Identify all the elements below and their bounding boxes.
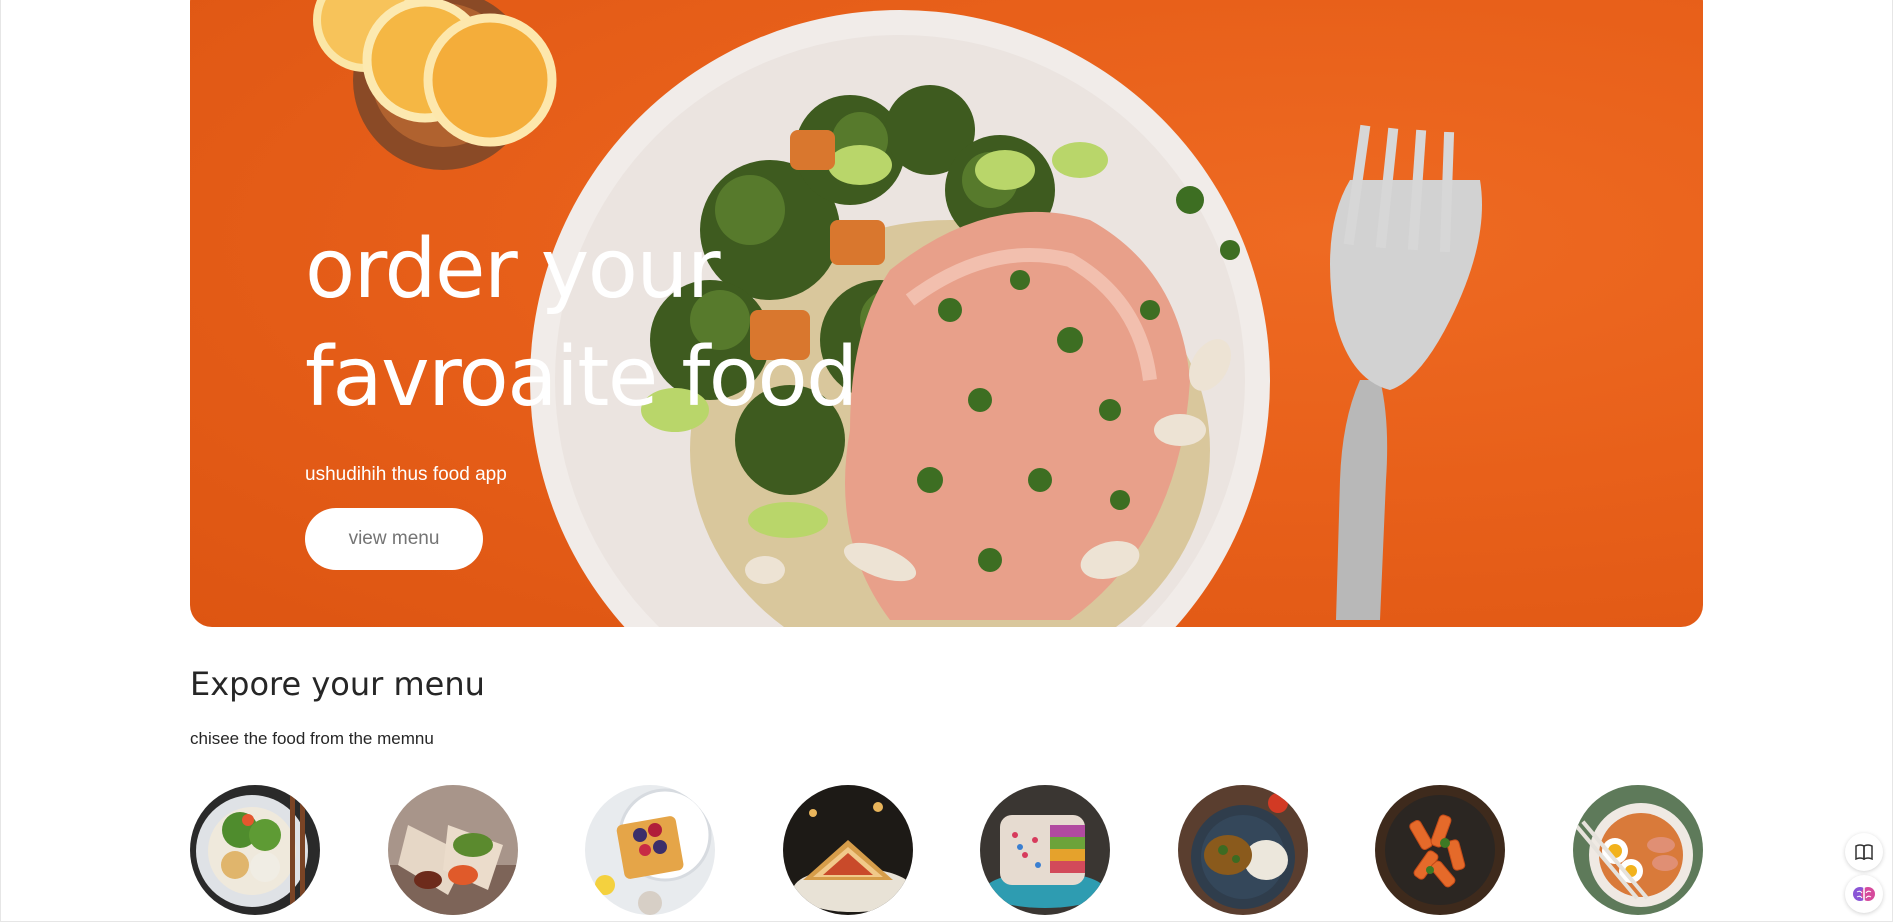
sandwich-icon [782,785,913,915]
explore-menu-section: Expore your menu chisee the food from th… [190,665,1703,915]
assistant-widget[interactable] [1845,875,1883,913]
menu-list [190,785,1703,915]
brain-icon [1853,887,1875,901]
menu-item-sandwich[interactable] [782,785,913,915]
menu-item-cake[interactable] [980,785,1111,915]
menu-item-noodles[interactable] [1572,785,1703,915]
reader-widget[interactable] [1845,833,1883,871]
hero-banner: order your favroaite food ushudihih thus… [190,0,1703,627]
hero-text-block: order your favroaite food ushudihih thus… [305,216,1065,570]
explore-title: Expore your menu [190,665,485,703]
explore-subtitle: chisee the food from the memnu [190,729,434,748]
book-icon [1855,844,1873,860]
view-menu-button[interactable]: view menu [305,508,483,570]
hero-title: order your favroaite food [305,216,1065,432]
menu-item-salad[interactable] [190,785,320,915]
menu-item-pure-veg[interactable] [1177,785,1308,915]
pure-veg-icon [1177,785,1308,915]
cake-icon [980,785,1111,915]
noodles-icon [1572,785,1703,915]
menu-item-pasta[interactable] [1375,785,1506,915]
hero-title-line-2: favroaite food [305,330,858,425]
hero-title-line-1: order your [305,222,721,317]
deserts-icon [585,785,716,915]
menu-item-deserts[interactable] [585,785,716,915]
menu-item-rolls[interactable] [387,785,518,915]
salad-icon [190,785,320,915]
hero-subtitle: ushudihih thus food app [305,464,507,485]
rolls-icon [387,785,518,915]
pasta-icon [1375,785,1506,915]
